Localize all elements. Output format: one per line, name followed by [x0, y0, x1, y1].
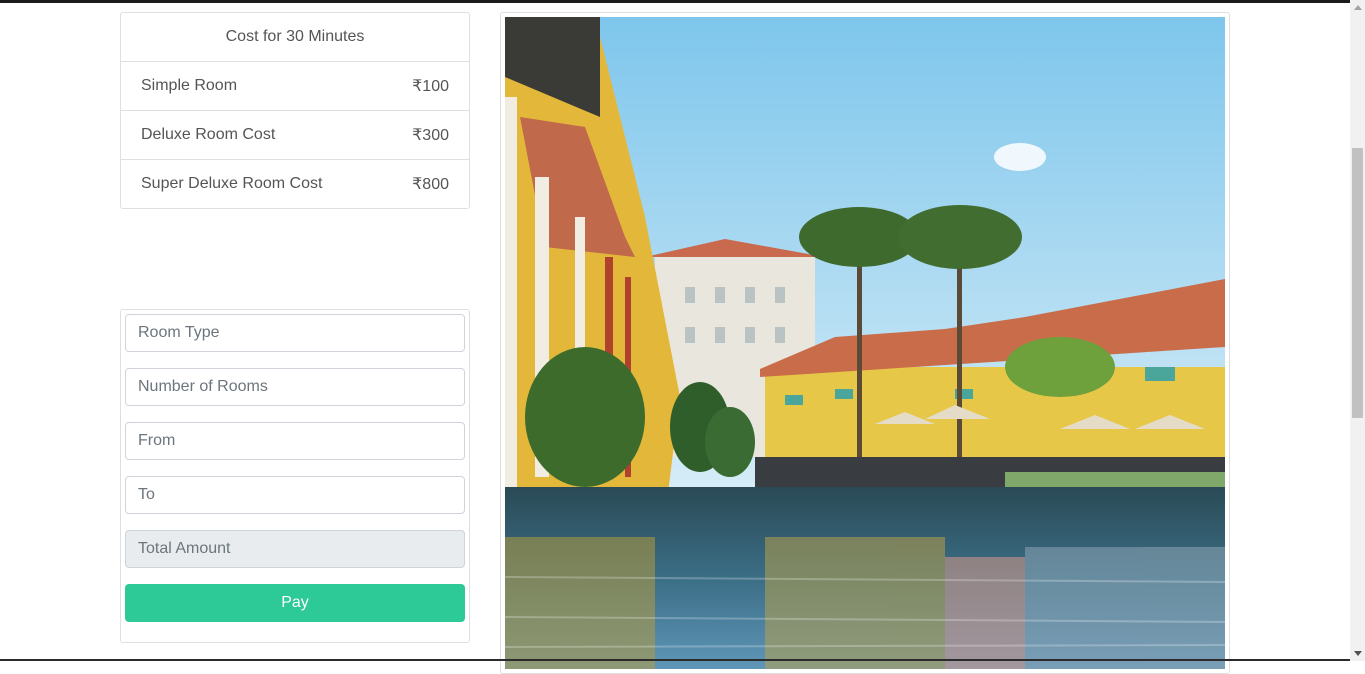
from-field	[125, 422, 465, 460]
price-item-label: Deluxe Room Cost	[141, 126, 276, 143]
room-price-list: Cost for 30 Minutes Simple Room ₹100 Del…	[120, 12, 470, 209]
price-list-header: Cost for 30 Minutes	[121, 13, 469, 62]
price-item-value: ₹300	[412, 127, 449, 144]
total-amount-field	[125, 530, 465, 568]
room-type-input[interactable]	[126, 315, 464, 351]
number-of-rooms-input[interactable]	[126, 369, 464, 405]
top-edge	[0, 0, 1365, 3]
price-item-label: Simple Room	[141, 77, 238, 94]
total-amount-input	[126, 531, 464, 567]
price-item-super-deluxe-room: Super Deluxe Room Cost ₹800	[121, 160, 469, 208]
chevron-up-icon	[1353, 5, 1362, 10]
hotel-image-card	[500, 12, 1230, 674]
pay-button[interactable]: Pay	[125, 584, 465, 622]
price-item-value: ₹100	[412, 78, 449, 95]
hotel-pool-image	[505, 17, 1225, 669]
page-scrollbar[interactable]	[1350, 0, 1365, 661]
room-type-field	[125, 314, 465, 352]
from-input[interactable]	[126, 423, 464, 459]
price-list-title: Cost for 30 Minutes	[225, 28, 365, 45]
number-of-rooms-field	[125, 368, 465, 406]
scroll-down-button[interactable]	[1350, 646, 1365, 661]
price-item-deluxe-room: Deluxe Room Cost ₹300	[121, 111, 469, 160]
booking-form: Pay	[120, 309, 470, 643]
scroll-up-button[interactable]	[1350, 0, 1365, 15]
to-input[interactable]	[126, 477, 464, 513]
chevron-down-icon	[1353, 651, 1362, 656]
price-item-label: Super Deluxe Room Cost	[141, 175, 323, 192]
scrollbar-thumb[interactable]	[1352, 148, 1363, 418]
to-field	[125, 476, 465, 514]
price-item-simple-room: Simple Room ₹100	[121, 62, 469, 111]
price-item-value: ₹800	[412, 176, 449, 193]
